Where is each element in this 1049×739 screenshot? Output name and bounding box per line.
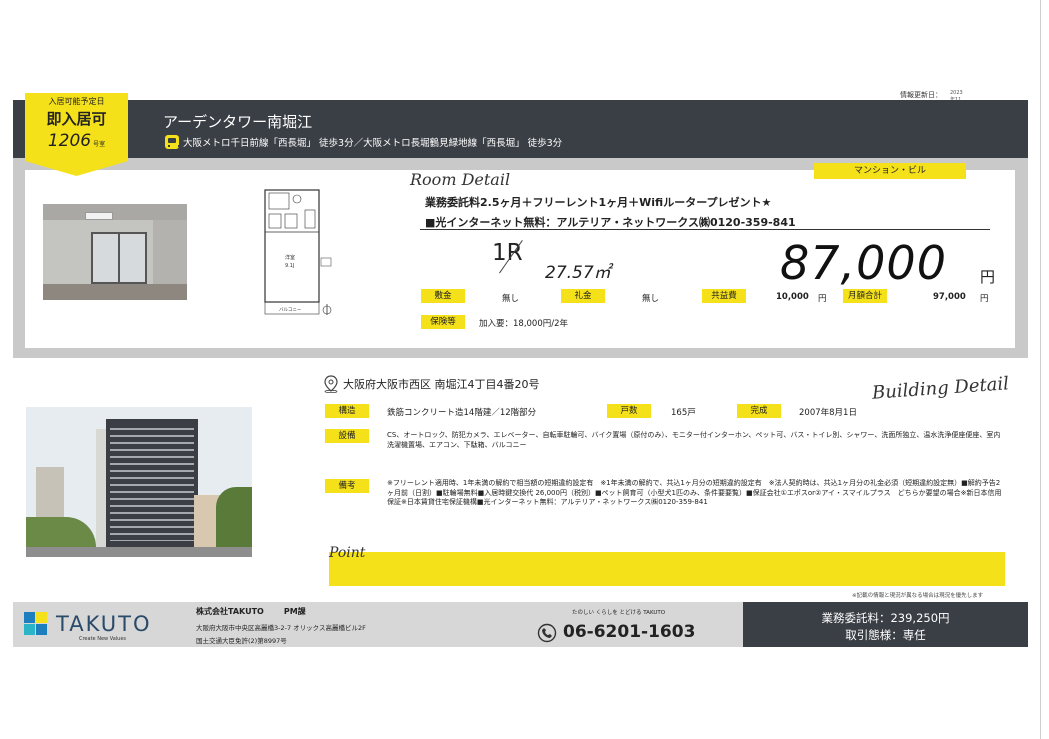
availability-badge: 入居可能予定日 即入居可 1206 号室 (25, 93, 128, 176)
reikin-value: 無し (642, 294, 660, 304)
phone-number: 06-6201-1603 (563, 622, 696, 642)
company-logo: TAKUTO (56, 612, 152, 636)
access-text: 大阪メトロ千日前線「西長堀」 徒歩3分／大阪メトロ長堀鶴見緑地線「西長堀」 徒歩… (183, 138, 563, 149)
station-access: 大阪メトロ千日前線「西長堀」 徒歩3分／大阪メトロ長堀鶴見緑地線「西長堀」 徒歩… (165, 135, 562, 149)
page-edge (1040, 0, 1049, 739)
built-label: 完成 (737, 404, 781, 418)
badge-label: 入居可能予定日 (48, 97, 105, 106)
units-value: 165戸 (671, 408, 696, 418)
promo-text: 業務委託料2.5ヶ月＋フリーレント1ヶ月＋Wifiルータープレゼント★ (425, 196, 772, 209)
phone-icon (537, 623, 557, 643)
transaction-type: 取引態様：専任 (845, 628, 926, 642)
equipment-text: CS、オートロック、防犯カメラ、エレベーター、自転車駐輪可、バイク置場（原付のみ… (387, 431, 1001, 449)
kyoeki-label: 共益費 (702, 289, 746, 303)
total-value: 97,000 (933, 292, 966, 302)
insurance-label: 保険等 (421, 315, 465, 329)
logo-tagline: Create New Values (79, 636, 127, 642)
floor-plan: 洋室 9.1J バルコニー (264, 189, 332, 315)
company-license: 国土交通大臣免許(2)第8997号 (196, 637, 287, 645)
equipment-label: 設備 (325, 429, 369, 443)
property-title: アーデンタワー南堀江 (163, 113, 313, 131)
building-address: 大阪府大阪市西区 南堀江4丁目4番20号 (343, 378, 540, 391)
structure-label: 構造 (325, 404, 369, 418)
units-label: 戸数 (607, 404, 651, 418)
badge-availability: 即入居可 (46, 110, 107, 128)
divider (420, 229, 990, 230)
kyoeki-unit: 円 (818, 294, 827, 304)
floorplan-room-size: 9.1J (285, 263, 294, 269)
structure-value: 鉄筋コンクリート造14階建／12階部分 (387, 408, 537, 418)
reikin-label: 礼金 (561, 289, 605, 303)
total-unit: 円 (980, 294, 989, 304)
room-photo (43, 204, 187, 300)
building-photo (26, 407, 252, 557)
point-box (329, 552, 1005, 586)
point-label: Point (329, 545, 366, 561)
shikikin-label: 敷金 (421, 289, 465, 303)
commission-fee: 業務委託料：239,250円 (821, 611, 950, 625)
internet-text: ■光インターネット無料：アルテリア・ネットワークス㈱0120-359-841 (425, 216, 796, 229)
disclaimer-note: ※記載の情報と現況が異なる場合は現況を優先します (852, 593, 984, 599)
updated-date: 情報更新日：2023年11月08日 (900, 90, 963, 117)
remarks-text: ※フリーレント適用時、1年未満の解約で相当額の短期違約設定有 ※1年未満の解約で… (387, 479, 1002, 506)
location-pin-icon (324, 375, 338, 393)
floorplan-room-label: 洋室 (285, 254, 295, 261)
company-name: 株式会社TAKUTO PM課 (196, 607, 306, 616)
badge-room-number: 1206 号室 (47, 131, 106, 151)
kyoeki-value: 10,000 (776, 292, 809, 302)
total-label: 月額合計 (843, 289, 887, 303)
company-address: 大阪府大阪市中央区高麗橋3-2-7 オリックス高麗橋ビル2F (196, 624, 366, 632)
remarks-label: 備考 (325, 479, 369, 493)
rent-amount: 87,000 (780, 236, 947, 290)
shikikin-value: 無し (502, 294, 520, 304)
takuto-logo-icon (24, 612, 47, 635)
rent-unit: 円 (980, 268, 996, 286)
insurance-value: 加入要：18,000円/2年 (479, 319, 569, 329)
property-header: アーデンタワー南堀江 大阪メトロ千日前線「西長堀」 徒歩3分／大阪メトロ長堀鶴見… (13, 100, 1028, 158)
property-type: マンション・ビル (814, 163, 966, 179)
room-area: 27.57㎡ (545, 263, 611, 283)
building-detail-label: Building Detail (871, 373, 1010, 404)
company-slogan: たのしい くらしを とどける TAKUTO (572, 610, 666, 616)
room-detail-label: Room Detail (410, 170, 511, 189)
train-icon (165, 135, 180, 149)
built-value: 2007年8月1日 (799, 408, 857, 418)
floorplan-balcony: バルコニー (279, 307, 302, 313)
